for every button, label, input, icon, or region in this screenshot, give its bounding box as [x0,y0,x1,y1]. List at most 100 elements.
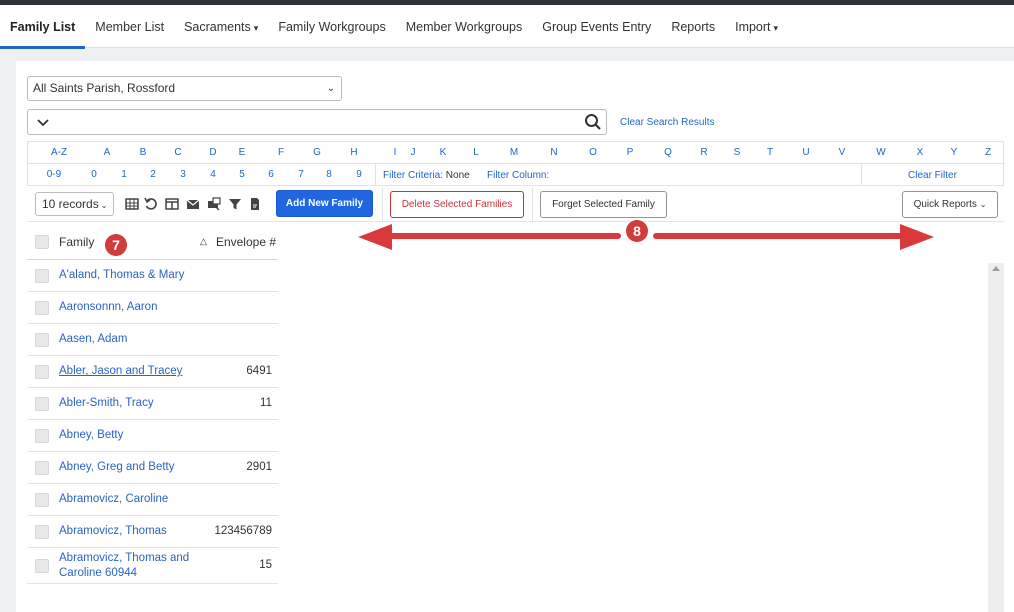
vertical-scrollbar[interactable] [988,263,1004,612]
alpha-link-l[interactable]: L [473,147,479,158]
alpha-link-i[interactable]: I [394,147,397,158]
alpha-link-a-z[interactable]: A-Z [51,147,67,158]
row-checkbox[interactable] [35,461,49,475]
filter-icon[interactable] [228,197,242,211]
alpha-link-o[interactable]: O [589,147,597,158]
scroll-up-arrow-icon[interactable] [992,266,1000,271]
nav-item-family-workgroups[interactable]: Family Workgroups [268,5,395,48]
alpha-link-v[interactable]: V [839,147,846,158]
clear-filter-link[interactable]: Clear Filter [908,170,957,181]
digit-link-5[interactable]: 5 [239,169,245,180]
filter-criteria[interactable]: Filter Criteria: None [383,170,470,181]
digit-link-4[interactable]: 4 [210,169,216,180]
row-checkbox[interactable] [35,429,49,443]
filter-column[interactable]: Filter Column: [487,170,549,181]
mailing-icon[interactable] [207,197,221,211]
grid-body: A'aland, Thomas & Mary Aaronsonnn, Aaron A… [27,260,278,584]
nav-item-member-list[interactable]: Member List [85,5,174,48]
clear-search-results-link[interactable]: Clear Search Results [620,117,714,128]
alpha-row-digits: Filter Criteria: None Filter Column: Cle… [28,164,1005,186]
add-new-family-button[interactable]: Add New Family [276,190,373,217]
table-row: Abramovicz, Thomas 123456789 [27,516,278,548]
row-checkbox[interactable] [35,525,49,539]
digit-link-7[interactable]: 7 [298,169,304,180]
columns-icon[interactable] [165,197,179,211]
nav-item-sacraments[interactable]: Sacraments ▾ [174,5,268,48]
table-row: Abramovicz, Caroline [27,484,278,516]
family-name-link[interactable]: Abramovicz, Thomas [59,525,167,537]
nav-item-import[interactable]: Import ▾ [725,5,788,48]
row-checkbox[interactable] [35,333,49,347]
alpha-link-g[interactable]: G [313,147,321,158]
reset-icon[interactable] [144,197,158,211]
export-file-icon[interactable] [248,197,262,211]
nav-item-family-list[interactable]: Family List [0,5,86,49]
nav-item-reports[interactable]: Reports [661,5,725,48]
alpha-link-q[interactable]: Q [664,147,672,158]
chevron-down-icon[interactable] [36,114,50,130]
grid-header: Family △ Envelope # [27,224,278,260]
column-header-family[interactable]: Family [59,235,94,249]
alpha-link-j[interactable]: J [411,147,416,158]
alpha-link-w[interactable]: W [876,147,885,158]
digit-link-8[interactable]: 8 [326,169,332,180]
sort-ascending-icon[interactable]: △ [200,236,207,247]
alpha-link-k[interactable]: K [440,147,447,158]
alpha-link-y[interactable]: Y [951,147,958,158]
alpha-link-p[interactable]: P [627,147,634,158]
digit-link-3[interactable]: 3 [180,169,186,180]
digit-link-0[interactable]: 0 [91,169,97,180]
family-name-link[interactable]: Abney, Betty [59,429,123,441]
alpha-link-h[interactable]: H [350,147,357,158]
family-name-link[interactable]: Abler-Smith, Tracy [59,397,154,409]
digit-link-0-9[interactable]: 0-9 [47,169,61,180]
table-row: A'aland, Thomas & Mary [27,260,278,292]
alpha-link-z[interactable]: Z [985,147,991,158]
search-icon[interactable] [584,113,602,131]
alpha-link-m[interactable]: M [510,147,518,158]
alpha-link-x[interactable]: X [917,147,924,158]
nav-item-member-workgroups[interactable]: Member Workgroups [396,5,532,48]
family-name-link[interactable]: Abney, Greg and Betty [59,461,175,473]
family-name-link[interactable]: Aasen, Adam [59,333,127,345]
alpha-link-s[interactable]: S [734,147,741,158]
search-input[interactable] [27,109,607,135]
row-checkbox[interactable] [35,493,49,507]
alpha-link-n[interactable]: N [550,147,557,158]
row-checkbox[interactable] [35,365,49,379]
alpha-link-c[interactable]: C [174,147,181,158]
row-checkbox[interactable] [35,301,49,315]
digit-link-6[interactable]: 6 [268,169,274,180]
digit-link-2[interactable]: 2 [150,169,156,180]
alpha-link-e[interactable]: E [239,147,246,158]
digit-link-9[interactable]: 9 [356,169,362,180]
records-per-page-select[interactable]: 10 records ⌄ [35,192,114,216]
alpha-link-a[interactable]: A [104,147,111,158]
row-checkbox[interactable] [35,397,49,411]
family-name-link[interactable]: Abramovicz, Caroline [59,493,168,505]
table-row: Abler-Smith, Tracy 11 [27,388,278,420]
family-name-link[interactable]: Abler, Jason and Tracey [59,365,182,377]
row-checkbox[interactable] [35,269,49,283]
nav-item-group-events-entry[interactable]: Group Events Entry [532,5,661,48]
quick-reports-button[interactable]: Quick Reports ⌄ [902,191,998,218]
delete-selected-families-button[interactable]: Delete Selected Families [390,191,524,218]
family-name-link[interactable]: Aaronsonnn, Aaron [59,301,157,313]
digit-link-1[interactable]: 1 [121,169,127,180]
table-row: Abramovicz, Thomas and Caroline 60944 15 [27,548,278,584]
family-name-link[interactable]: A'aland, Thomas & Mary [59,269,184,281]
row-checkbox[interactable] [35,559,49,573]
alpha-link-d[interactable]: D [209,147,216,158]
select-all-checkbox[interactable] [35,235,49,249]
alpha-link-t[interactable]: T [767,147,773,158]
email-icon[interactable] [186,197,200,211]
forget-selected-family-button[interactable]: Forget Selected Family [540,191,667,218]
column-header-envelope[interactable]: Envelope # [216,235,276,249]
family-name-link[interactable]: Abramovicz, Thomas and Caroline 60944 [59,551,209,581]
grid-view-icon[interactable] [125,197,139,211]
alpha-link-u[interactable]: U [802,147,809,158]
alpha-link-r[interactable]: R [700,147,707,158]
alpha-link-b[interactable]: B [140,147,147,158]
parish-select[interactable]: All Saints Parish, Rossford ⌄ [27,76,342,101]
alpha-link-f[interactable]: F [278,147,284,158]
